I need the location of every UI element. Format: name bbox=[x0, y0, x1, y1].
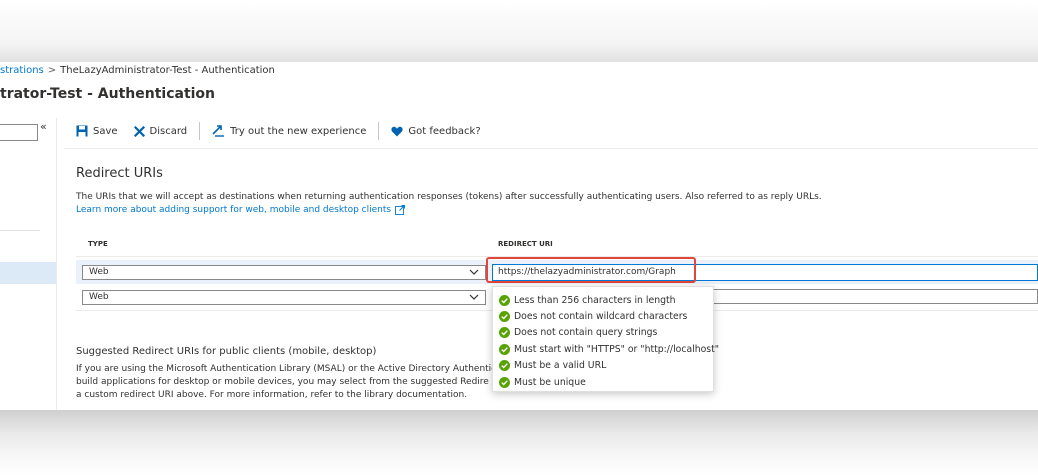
save-icon bbox=[76, 125, 88, 137]
validation-item: Must be unique bbox=[499, 374, 713, 390]
type-dropdown-value: Web bbox=[89, 292, 109, 302]
search-input[interactable] bbox=[0, 124, 38, 141]
try-new-experience-button[interactable]: Try out the new experience bbox=[212, 125, 366, 137]
validation-item: Does not contain query strings bbox=[499, 325, 713, 341]
toolbar-separator bbox=[378, 122, 380, 140]
chevron-down-icon bbox=[469, 269, 479, 275]
type-dropdown-value: Web bbox=[89, 267, 109, 277]
validation-item: Must start with "HTTPS" or "http://local… bbox=[499, 341, 719, 357]
validation-item: Less than 256 characters in length bbox=[499, 292, 713, 308]
save-button[interactable]: Save bbox=[76, 125, 118, 137]
validation-text: Must be a valid URL bbox=[514, 360, 607, 372]
bottom-shadow bbox=[0, 410, 1038, 476]
validation-text: Does not contain query strings bbox=[514, 327, 658, 339]
toolbar-divider bbox=[64, 148, 1038, 149]
suggested-uris-title: Suggested Redirect URIs for public clien… bbox=[76, 346, 377, 357]
validation-item: Must be a valid URL bbox=[499, 358, 713, 374]
breadcrumb-link[interactable]: strations bbox=[0, 65, 44, 76]
pane-divider bbox=[56, 118, 57, 410]
column-header-type: TYPE bbox=[88, 240, 108, 248]
learn-more-link[interactable]: Learn more about adding support for web,… bbox=[76, 205, 406, 215]
check-circle-icon bbox=[499, 376, 510, 388]
external-link-icon bbox=[395, 205, 406, 215]
toolbar-separator bbox=[199, 122, 201, 140]
check-circle-icon bbox=[499, 343, 510, 355]
chevron-down-icon bbox=[469, 294, 479, 300]
discard-button[interactable]: Discard bbox=[133, 125, 188, 137]
suggested-uris-description: If you are using the Microsoft Authentic… bbox=[76, 363, 492, 402]
breadcrumb: strations > TheLazyAdministrator-Test - Au… bbox=[0, 65, 275, 76]
collapse-icon[interactable]: « bbox=[40, 120, 47, 133]
redirect-uri-input[interactable] bbox=[712, 289, 1038, 304]
validation-text: Does not contain wildcard characters bbox=[514, 311, 688, 323]
main-panel: strations > TheLazyAdministrator-Test - Au… bbox=[0, 62, 1038, 410]
check-circle-icon bbox=[499, 294, 510, 306]
section-title: Redirect URIs bbox=[76, 166, 163, 181]
check-circle-icon bbox=[499, 311, 510, 323]
type-dropdown[interactable]: Web bbox=[82, 265, 486, 280]
suggested-line: a custom redirect URI above. For more in… bbox=[76, 390, 468, 400]
column-header-redirect-uri: REDIRECT URI bbox=[498, 240, 553, 248]
validation-text: Must start with "HTTPS" or "http://local… bbox=[514, 343, 720, 355]
top-shadow bbox=[0, 0, 1038, 62]
close-icon bbox=[133, 125, 145, 137]
learn-more-label: Learn more about adding support for web,… bbox=[76, 205, 392, 215]
check-circle-icon bbox=[499, 327, 510, 339]
feedback-button[interactable]: Got feedback? bbox=[391, 125, 481, 137]
section-description: The URIs that we will accept as destinat… bbox=[76, 192, 822, 202]
validation-text: Less than 256 characters in length bbox=[514, 294, 676, 306]
left-nav-pane: « bbox=[0, 118, 56, 410]
breadcrumb-separator: > bbox=[47, 65, 57, 76]
suggested-line: build applications for desktop or mobile… bbox=[76, 377, 489, 387]
highlight-annotation bbox=[486, 257, 696, 283]
validation-text: Must be unique bbox=[514, 376, 586, 388]
validation-tooltip: Less than 256 characters in length Does … bbox=[492, 286, 719, 392]
discard-label: Discard bbox=[149, 125, 188, 137]
toolbar: Save Discard Try out the new experience … bbox=[76, 120, 481, 142]
page-title: trator-Test - Authentication bbox=[0, 86, 216, 102]
validation-item: Does not contain wildcard characters bbox=[499, 308, 713, 324]
feedback-label: Got feedback? bbox=[408, 125, 481, 137]
arrows-swap-icon bbox=[212, 125, 225, 137]
breadcrumb-current: TheLazyAdministrator-Test - Authenticati… bbox=[60, 65, 275, 76]
nav-item-selected[interactable] bbox=[0, 262, 56, 284]
nav-divider bbox=[0, 230, 40, 231]
suggested-line: If you are using the Microsoft Authentic… bbox=[76, 364, 492, 374]
check-circle-icon bbox=[499, 360, 510, 372]
save-label: Save bbox=[93, 125, 118, 137]
heart-icon bbox=[391, 126, 403, 136]
try-label: Try out the new experience bbox=[230, 125, 367, 137]
type-dropdown[interactable]: Web bbox=[82, 290, 486, 305]
